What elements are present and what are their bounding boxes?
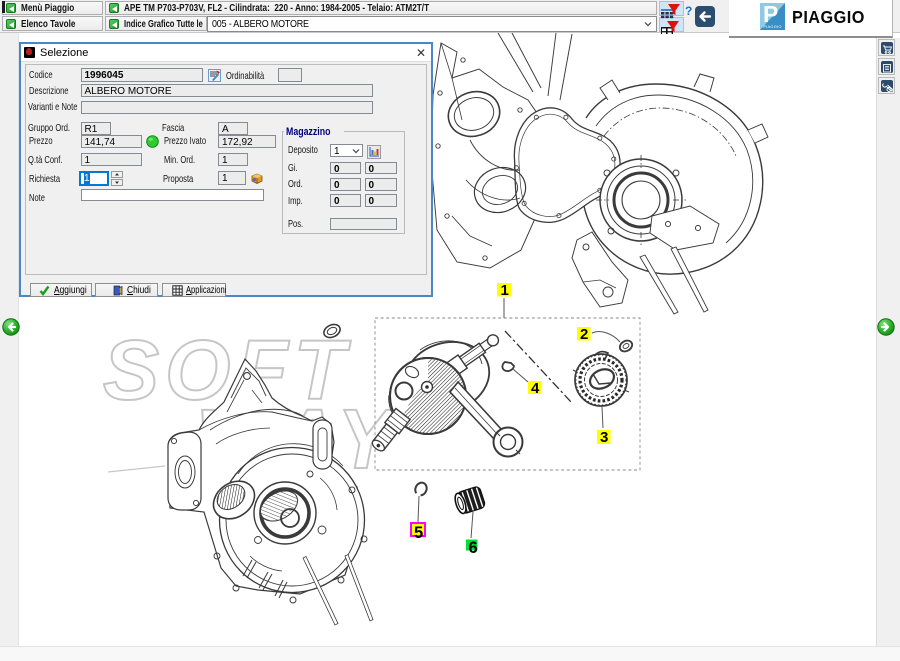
svg-text:5: 5 (414, 524, 423, 542)
svg-text:3: 3 (600, 429, 608, 446)
svg-text:6: 6 (469, 539, 478, 557)
svg-text:4: 4 (531, 380, 540, 397)
svg-text:2: 2 (580, 326, 588, 343)
svg-text:1: 1 (501, 282, 509, 299)
